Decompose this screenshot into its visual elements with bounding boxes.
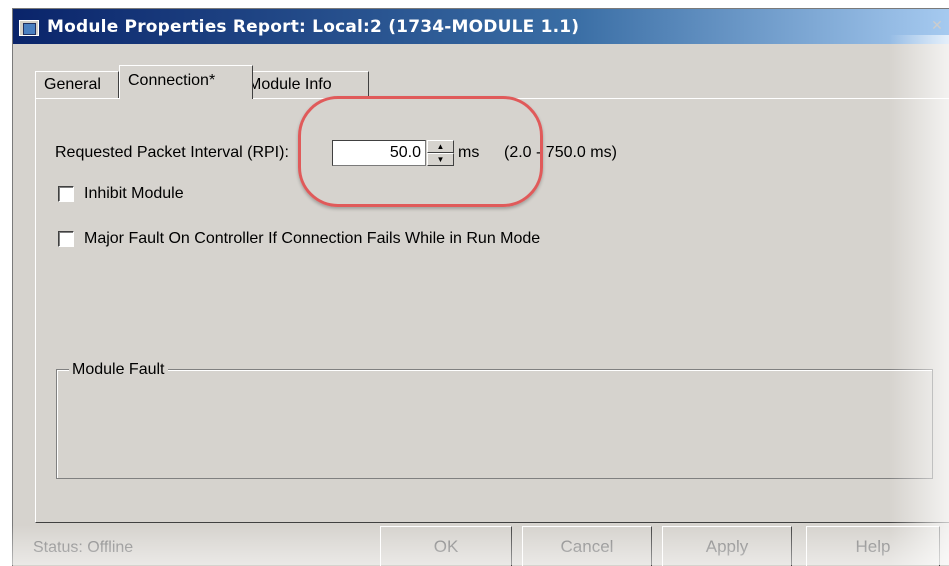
tab-general[interactable]: General — [35, 71, 119, 98]
tab-connection[interactable]: Connection* — [119, 65, 253, 99]
cancel-button[interactable]: Cancel — [522, 526, 652, 566]
spin-down-icon[interactable]: ▼ — [427, 153, 454, 166]
inhibit-module-row[interactable]: Inhibit Module — [58, 185, 184, 203]
module-window-icon — [19, 18, 41, 36]
rpi-unit: ms — [458, 144, 480, 161]
spin-up-icon[interactable]: ▲ — [427, 140, 454, 153]
window-icon-front — [23, 22, 36, 35]
major-fault-row[interactable]: Major Fault On Controller If Connection … — [58, 230, 540, 248]
apply-button[interactable]: Apply — [662, 526, 792, 566]
rpi-spinner: ▲ ▼ — [427, 140, 454, 166]
close-icon[interactable]: ✕ — [926, 13, 948, 37]
help-button[interactable]: Help — [806, 526, 940, 566]
inhibit-module-checkbox[interactable] — [58, 186, 74, 202]
inhibit-module-label: Inhibit Module — [84, 185, 184, 202]
module-fault-group — [56, 369, 933, 479]
ok-button[interactable]: OK — [380, 526, 512, 566]
module-properties-dialog: Module Properties Report: Local:2 (1734-… — [12, 8, 949, 566]
title-bar[interactable]: Module Properties Report: Local:2 (1734-… — [13, 9, 949, 44]
status-text: Status: Offline — [33, 539, 134, 556]
rpi-label: Requested Packet Interval (RPI): — [55, 144, 289, 161]
rpi-range: (2.0 - 750.0 ms) — [504, 144, 617, 161]
window-title: Module Properties Report: Local:2 (1734-… — [47, 16, 580, 37]
rpi-input[interactable] — [332, 140, 426, 166]
major-fault-label: Major Fault On Controller If Connection … — [84, 230, 541, 247]
tab-module-info[interactable]: Module Info — [239, 71, 369, 98]
module-fault-legend: Module Fault — [69, 361, 168, 379]
major-fault-checkbox[interactable] — [58, 231, 74, 247]
tab-strip: General Connection* Module Info — [35, 65, 935, 99]
